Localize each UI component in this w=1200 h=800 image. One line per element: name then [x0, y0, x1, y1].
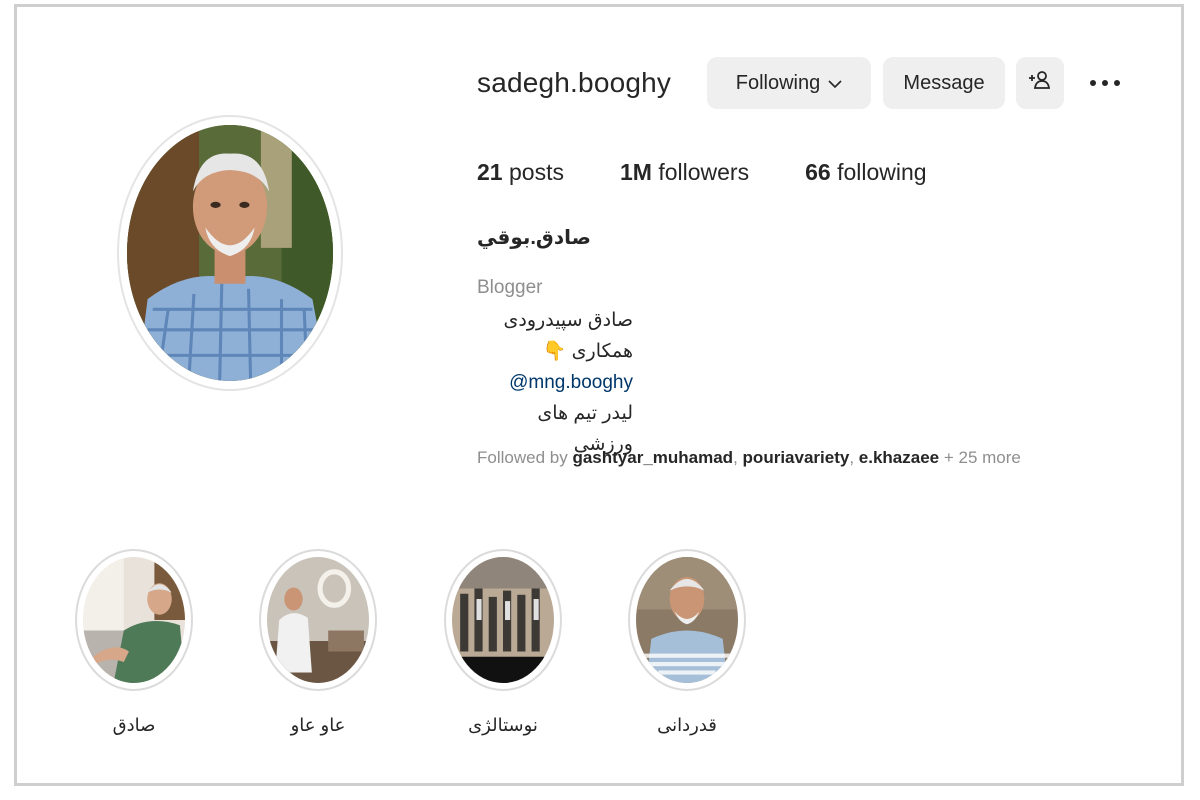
highlight-cover-image [83, 557, 185, 683]
followers-label: followers [658, 159, 750, 185]
followers-stat[interactable]: 1M followers [620, 159, 749, 186]
profile-stats: 21 posts 1M followers 66 following [477, 159, 983, 186]
bio-mention-link[interactable]: @mng.booghy [477, 367, 633, 398]
posts-count: 21 [477, 159, 503, 185]
profile-category: Blogger [477, 277, 543, 298]
story-highlight[interactable]: قدردانی [628, 549, 746, 736]
following-button-label: Following [735, 71, 821, 94]
followed-by-separator: , [733, 448, 738, 467]
suggest-similar-button[interactable] [1016, 57, 1064, 109]
profile-avatar[interactable] [117, 115, 343, 391]
profile-full-name: صادق.بوقي [477, 227, 591, 249]
profile-photo [127, 125, 333, 381]
followed-by-user: e.khazaee [858, 448, 940, 467]
message-button-label: Message [903, 71, 985, 94]
message-button[interactable]: Message [883, 57, 1005, 109]
highlight-label: صادق [112, 715, 156, 735]
followed-by-prefix: Followed by [477, 448, 568, 467]
followed-by-user: gashtyar_muhamad [572, 448, 734, 467]
followers-count: 1M [619, 159, 652, 185]
highlight-cover-ring [444, 549, 562, 691]
highlight-label: نوستالژی [468, 715, 538, 735]
following-button[interactable]: Following [707, 57, 871, 109]
followed-by-user: pouriavariety [742, 448, 850, 467]
highlight-label: عاو عاو [290, 715, 346, 735]
highlight-label: قدردانی [657, 715, 717, 735]
more-options-button[interactable] [1085, 71, 1125, 95]
followed-by-separator: , [849, 448, 855, 467]
followed-by-more: + 25 more [943, 448, 1021, 467]
profile-frame: sadegh.booghy Following Message 21 posts… [14, 4, 1184, 786]
person-plus-icon [1028, 70, 1052, 96]
posts-stat: 21 posts [477, 159, 564, 186]
following-stat[interactable]: 66 following [805, 159, 926, 186]
highlight-cover-image [452, 557, 554, 683]
story-highlight[interactable]: صادق [75, 549, 193, 736]
bio-line: صادق سپیدرودی [503, 310, 633, 331]
followed-by-line[interactable]: Followed by gashtyar_muhamad, pouriavari… [477, 448, 1021, 468]
highlight-cover-ring [259, 549, 377, 691]
story-highlight[interactable]: نوستالژی [444, 549, 562, 736]
highlight-cover-image [267, 557, 369, 683]
chevron-down-icon [828, 72, 842, 95]
posts-label: posts [508, 159, 564, 185]
bio-line: همکاری 👇 [542, 341, 633, 362]
following-count: 66 [805, 159, 831, 185]
highlight-cover-image [636, 557, 738, 683]
following-label: following [837, 159, 927, 185]
highlight-cover-ring [75, 549, 193, 691]
profile-username: sadegh.booghy [477, 67, 672, 98]
story-highlight[interactable]: عاو عاو [259, 549, 377, 736]
profile-bio: صادق سپیدرودی همکاری 👇 @mng.booghy لیدر … [477, 305, 633, 460]
highlight-cover-ring [628, 549, 746, 691]
more-dots-icon [1089, 74, 1121, 92]
